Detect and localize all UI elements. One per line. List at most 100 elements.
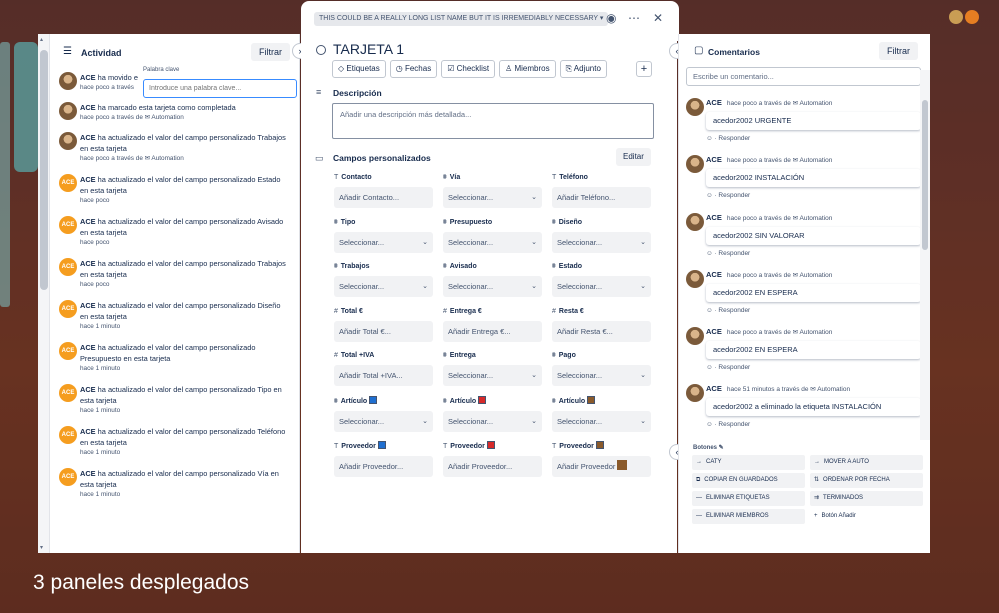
field-input[interactable]: Añadir Proveedor...: [443, 455, 542, 477]
field-select[interactable]: Seleccionar... ⌄: [552, 365, 651, 387]
field-input[interactable]: Añadir Entrega €...: [443, 320, 542, 342]
field-select[interactable]: Seleccionar... ⌄: [552, 231, 651, 253]
avatar[interactable]: [59, 132, 77, 150]
button-label: MOVER A AUTO: [824, 459, 869, 465]
action-button-fechas[interactable]: ◷ Fechas: [389, 60, 438, 78]
comment-body[interactable]: acedor2002 EN ESPERA: [706, 341, 921, 359]
field-label: Avisado: [449, 263, 477, 271]
card-title[interactable]: TARJETA 1: [333, 41, 404, 57]
field-input[interactable]: Añadir Total €...: [334, 320, 433, 342]
comment-body[interactable]: acedor2002 SIN VALORAR: [706, 227, 921, 245]
comments-scrollbar[interactable]: [920, 70, 930, 440]
field-select[interactable]: Seleccionar... ⌄: [443, 411, 542, 432]
automation-button[interactable]: → CATY: [692, 455, 805, 470]
close-icon[interactable]: ✕: [653, 11, 663, 25]
comment-user: ACE: [706, 327, 722, 337]
field-value: Seleccionar...: [448, 371, 494, 381]
action-button-miembros[interactable]: ♙ Miembros: [499, 60, 556, 78]
field-select[interactable]: Seleccionar... ⌄: [552, 276, 651, 298]
reply-link[interactable]: ☺ · Responder: [706, 420, 921, 429]
field-input[interactable]: Añadir Resta €...: [552, 320, 651, 342]
custom-field: ⩩ Entrega Seleccionar... ⌄: [443, 351, 542, 387]
avatar[interactable]: [59, 102, 77, 120]
avatar[interactable]: ACE: [59, 300, 77, 318]
comments-filter-button[interactable]: Filtrar: [879, 42, 918, 60]
field-input[interactable]: Añadir Proveedor...: [334, 455, 433, 477]
field-select[interactable]: Seleccionar... ⌄: [443, 187, 542, 208]
description-input[interactable]: Añadir una descripción más detallada...: [332, 103, 654, 139]
field-select[interactable]: Seleccionar... ⌄: [443, 276, 542, 298]
reply-link[interactable]: ☺ · Responder: [706, 363, 921, 372]
comment-body[interactable]: acedor2002 a eliminado la etiqueta INSTA…: [706, 398, 921, 416]
field-value: Añadir Total +IVA...: [339, 371, 403, 381]
comment-meta: hace poco a través de ✉ Automation: [726, 100, 833, 107]
comment-body[interactable]: acedor2002 URGENTE: [706, 112, 921, 130]
activity-scrollbar[interactable]: ▴ ▾: [38, 34, 50, 553]
button-label: COPIAR EN GUARDADOS: [704, 477, 778, 483]
activity-item: ACE ACE ha actualizado el valor del campo…: [59, 300, 289, 342]
avatar[interactable]: [686, 384, 704, 403]
comment-input[interactable]: Escribe un comentario...: [686, 67, 921, 86]
avatar[interactable]: ACE: [59, 174, 77, 192]
more-icon[interactable]: ⋯: [628, 11, 640, 25]
action-button-checklist[interactable]: ☑ Checklist: [441, 60, 496, 78]
field-select[interactable]: Seleccionar... ⌄: [334, 411, 433, 432]
field-value: Seleccionar...: [448, 237, 494, 247]
field-input[interactable]: Añadir Proveedor: [552, 455, 651, 477]
comment-body[interactable]: acedor2002 INSTALACIÓN: [706, 169, 921, 187]
activity-text: ha actualizado el valor del campo person…: [80, 175, 281, 195]
activity-text: ha marcado esta tarjeta como completada: [97, 103, 236, 112]
custom-field: ⩩ Tipo Seleccionar... ⌄: [334, 218, 433, 253]
eye-icon[interactable]: ◉: [606, 11, 616, 25]
avatar[interactable]: [686, 212, 704, 231]
avatar[interactable]: ACE: [59, 384, 77, 402]
activity-item: ACE ha marcado esta tarjeta como complet…: [59, 102, 289, 132]
field-select[interactable]: Seleccionar... ⌄: [443, 231, 542, 253]
avatar[interactable]: ACE: [59, 216, 77, 234]
activity-filter-button[interactable]: Filtrar: [251, 43, 290, 61]
avatar[interactable]: ACE: [59, 468, 77, 486]
avatar[interactable]: ACE: [59, 342, 77, 360]
edit-custom-fields-button[interactable]: Editar: [616, 148, 651, 166]
activity-text: ha actualizado el valor del campo person…: [80, 385, 282, 405]
automation-button[interactable]: → MOVER A AUTO: [810, 455, 923, 470]
complete-checkbox[interactable]: [316, 45, 326, 55]
field-select[interactable]: Seleccionar... ⌄: [334, 231, 433, 253]
automation-button[interactable]: — ELIMINAR ETIQUETAS: [692, 491, 805, 506]
reply-link[interactable]: ☺ · Responder: [706, 249, 921, 258]
avatar[interactable]: [686, 155, 704, 174]
automation-button[interactable]: ⧉ COPIAR EN GUARDADOS: [692, 473, 805, 488]
automation-button[interactable]: ⇉ TERMINADOS: [810, 491, 923, 506]
field-input[interactable]: Añadir Teléfono...: [552, 187, 651, 208]
action-button-etiquetas[interactable]: ◇ Etiquetas: [332, 60, 386, 78]
avatar[interactable]: ACE: [59, 258, 77, 276]
automation-button[interactable]: — ELIMINAR MIEMBROS: [692, 509, 805, 524]
comment-body[interactable]: acedor2002 EN ESPERA: [706, 284, 921, 302]
color-swatch: [595, 440, 604, 449]
field-input[interactable]: Añadir Total +IVA...: [334, 365, 433, 387]
avatar[interactable]: [686, 269, 704, 288]
field-type-icon: ⩩: [552, 218, 556, 226]
reply-link[interactable]: ☺ · Responder: [706, 191, 921, 200]
field-select[interactable]: Seleccionar... ⌄: [334, 276, 433, 298]
reply-link[interactable]: ☺ · Responder: [706, 306, 921, 315]
automation-button[interactable]: ⇅ ORDENAR POR FECHA: [810, 473, 923, 488]
avatar[interactable]: [59, 72, 77, 90]
field-input[interactable]: Añadir Contacto...: [334, 187, 433, 208]
action-button-adjunto[interactable]: ⎘ Adjunto: [559, 60, 607, 78]
automation-button[interactable]: + Botón Añadir: [810, 509, 923, 524]
activity-user: ACE: [80, 103, 96, 112]
avatar[interactable]: ACE: [59, 426, 77, 444]
add-icon[interactable]: +: [636, 61, 652, 77]
list-name-dropdown[interactable]: THIS COULD BE A REALLY LONG LIST NAME BU…: [314, 12, 609, 26]
avatar[interactable]: [686, 327, 704, 346]
field-select[interactable]: Seleccionar... ⌄: [552, 411, 651, 432]
comment-meta: hace poco a través de ✉ Automation: [726, 329, 833, 337]
description-title: Descripción: [333, 88, 382, 98]
avatar[interactable]: [686, 98, 704, 116]
field-select[interactable]: Seleccionar... ⌄: [443, 365, 542, 387]
reply-link[interactable]: ☺ · Responder: [706, 134, 921, 143]
field-label: Artículo: [340, 398, 368, 405]
field-type-icon: ⩩: [552, 263, 556, 271]
field-type-icon: T: [552, 442, 557, 450]
